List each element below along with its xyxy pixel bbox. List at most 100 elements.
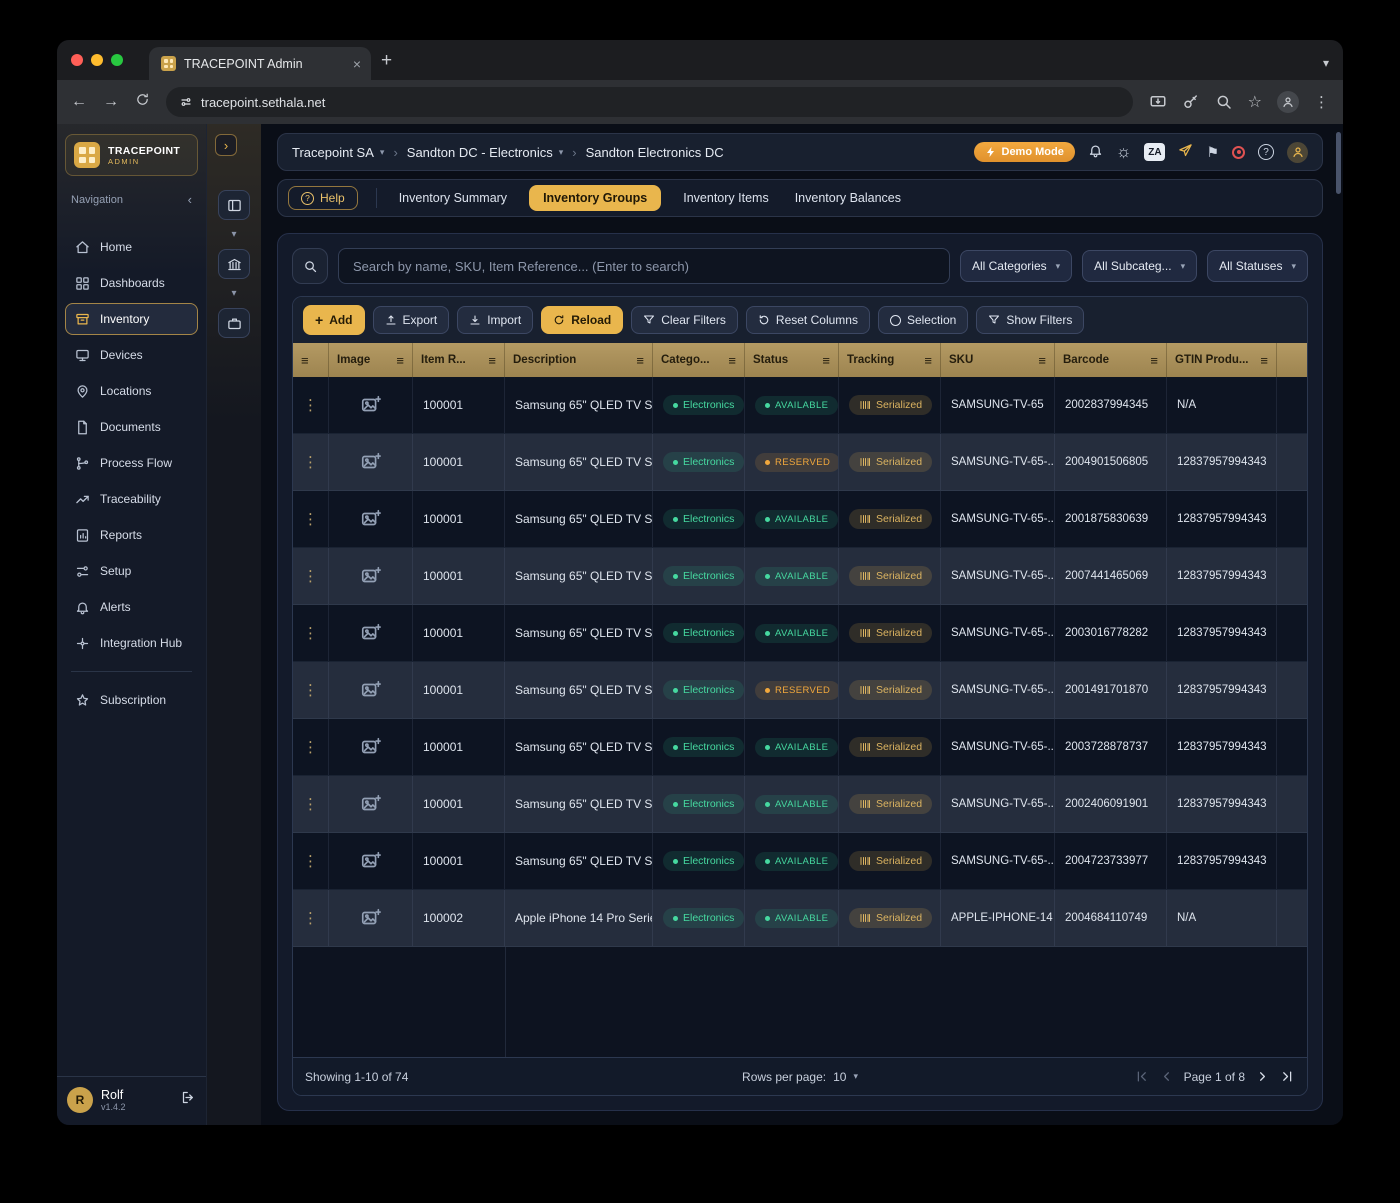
sidebar-item-documents[interactable]: Documents xyxy=(65,411,198,443)
sidebar-item-process-flow[interactable]: Process Flow xyxy=(65,447,198,479)
menu-icon[interactable]: ≡ xyxy=(1038,353,1046,368)
logout-icon[interactable] xyxy=(181,1090,196,1110)
sidebar-item-integration-hub[interactable]: Integration Hub xyxy=(65,627,198,659)
sidebar-item-reports[interactable]: Reports xyxy=(65,519,198,551)
status-filter-select[interactable]: All Statuses▾ xyxy=(1207,250,1308,282)
forward-button[interactable]: → xyxy=(103,93,119,111)
locale-badge[interactable]: ZA xyxy=(1144,143,1165,161)
rows-per-page-select[interactable]: 10 xyxy=(833,1070,846,1084)
column-header-barcode[interactable]: Barcode≡ xyxy=(1055,343,1167,377)
menu-icon[interactable]: ≡ xyxy=(636,353,644,368)
menu-icon[interactable]: ≡ xyxy=(822,353,830,368)
row-menu-button[interactable]: ⋮ xyxy=(293,377,329,433)
image-cell[interactable] xyxy=(329,776,413,832)
category-filter-select[interactable]: All Categories▾ xyxy=(960,250,1072,282)
table-row[interactable]: ⋮ 100001 Samsung 65" QLED TV S... Electr… xyxy=(293,776,1307,833)
table-row[interactable]: ⋮ 100001 Samsung 65" QLED TV S... Electr… xyxy=(293,548,1307,605)
image-cell[interactable] xyxy=(329,719,413,775)
row-menu-button[interactable]: ⋮ xyxy=(293,890,329,946)
notifications-bell-icon[interactable] xyxy=(1088,143,1103,161)
back-button[interactable]: ← xyxy=(71,93,87,111)
reload-button[interactable]: Reload xyxy=(541,306,623,334)
column-header-item-ref[interactable]: Item R...≡ xyxy=(413,343,505,377)
send-rocket-icon[interactable] xyxy=(1178,143,1193,161)
table-row[interactable]: ⋮ 100001 Samsung 65" QLED TV S... Electr… xyxy=(293,434,1307,491)
image-cell[interactable] xyxy=(329,434,413,490)
flag-icon[interactable]: ⚑ xyxy=(1206,144,1219,161)
table-row[interactable]: ⋮ 100001 Samsung 65" QLED TV S... Electr… xyxy=(293,377,1307,434)
sidebar-collapse-icon[interactable]: ‹ xyxy=(188,192,192,207)
column-header-sku[interactable]: SKU≡ xyxy=(941,343,1055,377)
table-row[interactable]: ⋮ 100001 Samsung 65" QLED TV S... Electr… xyxy=(293,491,1307,548)
image-cell[interactable] xyxy=(329,377,413,433)
reload-page-button[interactable] xyxy=(135,92,150,112)
brand-card[interactable]: TRACEPOINT ADMIN xyxy=(65,134,198,176)
user-avatar[interactable]: R xyxy=(67,1087,93,1113)
subcategory-filter-select[interactable]: All Subcateg...▾ xyxy=(1082,250,1197,282)
profile-icon[interactable] xyxy=(1287,142,1308,163)
tab-inventory-items[interactable]: Inventory Items xyxy=(679,185,772,211)
search-button[interactable] xyxy=(292,248,328,284)
table-row[interactable]: ⋮ 100002 Apple iPhone 14 Pro Series Elec… xyxy=(293,890,1307,947)
new-tab-button[interactable]: + xyxy=(381,50,392,72)
column-header-category[interactable]: Catego...≡ xyxy=(653,343,745,377)
tab-search-icon[interactable]: ▾ xyxy=(1323,56,1329,70)
next-page-button[interactable] xyxy=(1255,1069,1270,1084)
sidebar-item-inventory[interactable]: Inventory xyxy=(65,303,198,335)
row-menu-button[interactable]: ⋮ xyxy=(293,548,329,604)
row-menu-button[interactable]: ⋮ xyxy=(293,491,329,547)
clear-filters-button[interactable]: Clear Filters xyxy=(631,306,738,334)
add-button[interactable]: +Add xyxy=(303,305,365,335)
row-menu-button[interactable]: ⋮ xyxy=(293,662,329,718)
sidebar-item-dashboards[interactable]: Dashboards xyxy=(65,267,198,299)
help-button[interactable]: ? Help xyxy=(288,186,358,210)
row-menu-button[interactable]: ⋮ xyxy=(293,605,329,661)
column-header-status[interactable]: Status≡ xyxy=(745,343,839,377)
menu-icon[interactable]: ≡ xyxy=(488,353,496,368)
sidebar-item-alerts[interactable]: Alerts xyxy=(65,591,198,623)
page-scrollbar[interactable] xyxy=(1336,132,1341,194)
browser-menu-icon[interactable]: ⋮ xyxy=(1314,93,1329,111)
site-level-button[interactable] xyxy=(218,249,250,279)
help-icon[interactable]: ? xyxy=(1258,144,1274,160)
table-row[interactable]: ⋮ 100001 Samsung 65" QLED TV S... Electr… xyxy=(293,719,1307,776)
image-cell[interactable] xyxy=(329,548,413,604)
column-header-image[interactable]: Image≡ xyxy=(329,343,413,377)
site-settings-icon[interactable] xyxy=(180,96,192,108)
browser-profile-icon[interactable] xyxy=(1277,91,1299,113)
url-field[interactable]: tracepoint.sethala.net xyxy=(166,87,1133,117)
last-page-button[interactable] xyxy=(1280,1069,1295,1084)
reset-columns-button[interactable]: Reset Columns xyxy=(746,306,870,334)
previous-page-button[interactable] xyxy=(1159,1069,1174,1084)
minimize-window-button[interactable] xyxy=(91,54,103,66)
image-cell[interactable] xyxy=(329,662,413,718)
table-row[interactable]: ⋮ 100001 Samsung 65" QLED TV S... Electr… xyxy=(293,605,1307,662)
import-button[interactable]: Import xyxy=(457,306,533,334)
theme-toggle-sun-icon[interactable]: ☼ xyxy=(1116,142,1132,162)
image-cell[interactable] xyxy=(329,833,413,889)
sidebar-item-setup[interactable]: Setup xyxy=(65,555,198,587)
row-menu-button[interactable]: ⋮ xyxy=(293,776,329,832)
search-input[interactable] xyxy=(338,248,950,284)
selection-button[interactable]: Selection xyxy=(878,306,968,334)
bookmark-star-icon[interactable]: ☆ xyxy=(1248,92,1262,112)
sidebar-item-subscription[interactable]: Subscription xyxy=(65,684,198,716)
row-menu-button[interactable]: ⋮ xyxy=(293,719,329,775)
table-row[interactable]: ⋮ 100001 Samsung 65" QLED TV S... Electr… xyxy=(293,662,1307,719)
zoom-search-icon[interactable] xyxy=(1215,93,1233,111)
breadcrumb-site[interactable]: Sandton DC - Electronics▾ xyxy=(407,145,563,160)
breadcrumb-org[interactable]: Tracepoint SA▾ xyxy=(292,145,384,160)
install-app-icon[interactable] xyxy=(1149,93,1167,111)
menu-icon[interactable]: ≡ xyxy=(1150,353,1158,368)
show-filters-button[interactable]: Show Filters xyxy=(976,306,1084,334)
rail-expand-button[interactable]: › xyxy=(215,134,237,156)
sidebar-item-traceability[interactable]: Traceability xyxy=(65,483,198,515)
table-row[interactable]: ⋮ 100001 Samsung 65" QLED TV S... Electr… xyxy=(293,833,1307,890)
row-menu-button[interactable]: ⋮ xyxy=(293,434,329,490)
sidebar-item-locations[interactable]: Locations xyxy=(65,375,198,407)
column-header-tracking[interactable]: Tracking≡ xyxy=(839,343,941,377)
row-menu-button[interactable]: ⋮ xyxy=(293,833,329,889)
menu-icon[interactable]: ≡ xyxy=(396,353,404,368)
browser-tab[interactable]: TRACEPOINT Admin × xyxy=(149,47,371,80)
menu-icon[interactable]: ≡ xyxy=(1260,353,1268,368)
